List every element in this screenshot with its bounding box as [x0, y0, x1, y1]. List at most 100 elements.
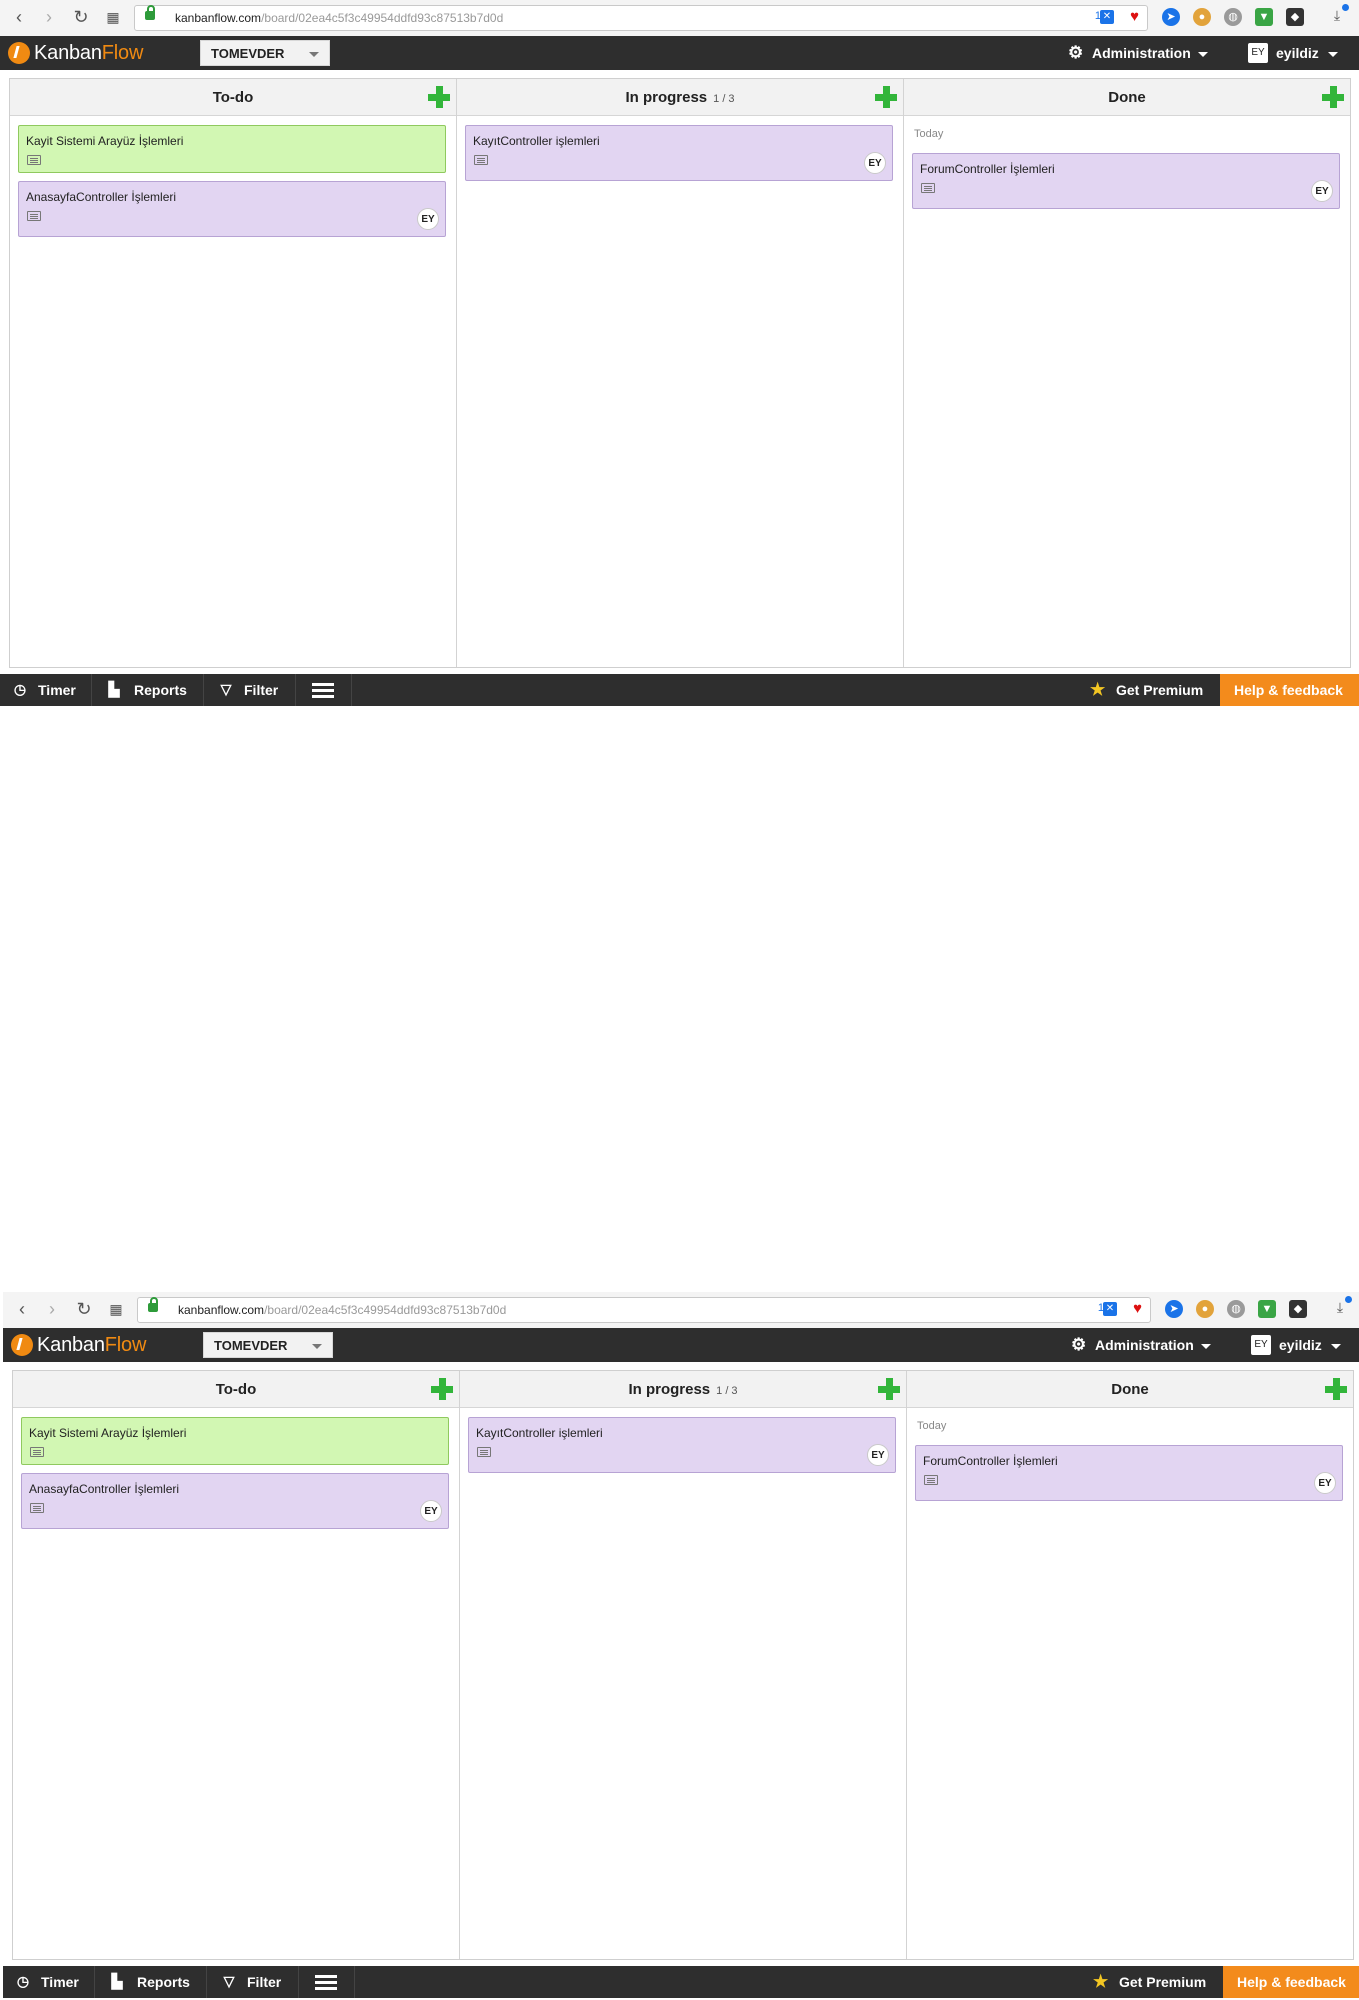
back-icon[interactable]: ‹ — [11, 1298, 33, 1320]
heart-icon[interactable]: ♥ — [1133, 1300, 1142, 1317]
reports-button[interactable]: ▙ Reports — [95, 1966, 207, 1998]
plus-icon[interactable] — [431, 1378, 453, 1400]
menu-icon — [312, 683, 334, 686]
logo-icon — [11, 1334, 33, 1356]
heart-icon[interactable]: ♥ — [1130, 8, 1139, 25]
column-header: In progress 1 / 3 — [460, 1371, 906, 1408]
address-bar[interactable]: kanbanflow.com/board/02ea4c5f3c49954ddfd… — [137, 1297, 1151, 1323]
description-icon — [27, 211, 41, 221]
task-name: Kayit Sistemi Arayüz İşlemleri — [29, 1426, 187, 1440]
task-card[interactable]: ForumController İşlemleri EY — [912, 153, 1340, 209]
globe-extension-icon[interactable]: ◍ — [1227, 1300, 1245, 1318]
column-done: Done Today ForumController İşlemleri EY — [904, 79, 1350, 667]
plus-icon[interactable] — [875, 86, 897, 108]
user-extension-icon[interactable]: ◆ — [1289, 1300, 1307, 1318]
share-extension-icon[interactable]: ➤ — [1165, 1300, 1183, 1318]
plus-icon[interactable] — [878, 1378, 900, 1400]
filter-button[interactable]: ▽ Filter — [204, 674, 296, 706]
help-feedback-button[interactable]: Help & feedback — [1220, 674, 1359, 706]
task-name: KayıtController işlemleri — [473, 134, 600, 148]
clock-icon: ◷ — [13, 681, 27, 697]
app-header: KanbanFlow TOMEVDER ⚙ Administration EY … — [0, 36, 1359, 70]
apps-icon[interactable]: ▦ — [105, 1298, 127, 1320]
timer-button[interactable]: ◷ Timer — [3, 1966, 95, 1998]
kanban-board: To-do Kayit Sistemi Arayüz İşlemleri Ana… — [12, 1370, 1354, 1960]
address-bar[interactable]: kanbanflow.com/board/02ea4c5f3c49954ddfd… — [134, 5, 1148, 31]
task-name: AnasayfaController İşlemleri — [26, 190, 177, 204]
description-icon — [924, 1475, 938, 1485]
task-card[interactable]: ForumController İşlemleri EY — [915, 1445, 1343, 1501]
menu-icon — [315, 1975, 337, 1978]
timer-button[interactable]: ◷ Timer — [0, 674, 92, 706]
report-icon: ▙ — [111, 1973, 123, 1989]
plus-icon[interactable] — [428, 86, 450, 108]
reports-button[interactable]: ▙ Reports — [92, 674, 204, 706]
board-name: TOMEVDER — [211, 46, 285, 61]
menu-button[interactable] — [296, 674, 352, 706]
download-extension-icon[interactable]: ▼ — [1258, 1300, 1276, 1318]
task-card[interactable]: KayıtController işlemleri EY — [465, 125, 893, 181]
avatar[interactable]: EY — [420, 1500, 442, 1522]
extension-x-icon[interactable]: ✕ — [1103, 1302, 1117, 1316]
filter-button[interactable]: ▽ Filter — [207, 1966, 299, 1998]
menu-button[interactable] — [299, 1966, 355, 1998]
forward-icon[interactable]: › — [38, 6, 60, 28]
extension-x-icon[interactable]: ✕ — [1100, 10, 1114, 24]
cookie-extension-icon[interactable]: ● — [1196, 1300, 1214, 1318]
globe-extension-icon[interactable]: ◍ — [1224, 8, 1242, 26]
clock-icon: ◷ — [16, 1973, 30, 1989]
avatar[interactable]: EY — [1314, 1472, 1336, 1494]
task-card[interactable]: AnasayfaController İşlemleri EY — [21, 1473, 449, 1529]
column-header: In progress 1 / 3 — [457, 79, 903, 116]
star-icon: ★ — [1093, 1972, 1109, 1991]
screenshot-bottom: ‹ › ↻ ▦ kanbanflow.com/board/02ea4c5f3c4… — [3, 1292, 1359, 2000]
wip-limit: 1 / 3 — [713, 93, 735, 105]
task-card[interactable]: Kayit Sistemi Arayüz İşlemleri — [18, 125, 446, 173]
task-name: KayıtController işlemleri — [476, 1426, 603, 1440]
browser-toolbar: ‹ › ↻ ▦ kanbanflow.com/board/02ea4c5f3c4… — [3, 1292, 1359, 1329]
reload-icon[interactable]: ↻ — [70, 6, 92, 28]
download-extension-icon[interactable]: ▼ — [1255, 8, 1273, 26]
column-title: To-do — [215, 1381, 257, 1398]
chevron-down-icon — [312, 1344, 322, 1349]
report-icon: ▙ — [108, 681, 120, 697]
user-name: eyildiz — [1279, 1337, 1322, 1353]
screenshot-top: ‹ › ↻ ▦ kanbanflow.com/board/02ea4c5f3c4… — [0, 0, 1359, 710]
help-feedback-button[interactable]: Help & feedback — [1223, 1966, 1359, 1998]
description-icon — [477, 1447, 491, 1457]
column-header: To-do — [10, 79, 456, 116]
task-card[interactable]: KayıtController işlemleri EY — [468, 1417, 896, 1473]
column-in-progress: In progress 1 / 3 KayıtController işlemle… — [457, 79, 904, 667]
cookie-extension-icon[interactable]: ● — [1193, 8, 1211, 26]
avatar[interactable]: EY — [867, 1444, 889, 1466]
column-header: Done — [907, 1371, 1353, 1408]
kanban-board: To-do Kayit Sistemi Arayüz İşlemleri Ana… — [9, 78, 1351, 668]
description-icon — [30, 1447, 44, 1457]
user-extension-icon[interactable]: ◆ — [1286, 8, 1304, 26]
description-icon — [27, 155, 41, 165]
board-selector[interactable]: TOMEVDER — [200, 40, 330, 66]
avatar[interactable]: EY — [1311, 180, 1333, 202]
task-card[interactable]: AnasayfaController İşlemleri EY — [18, 181, 446, 237]
share-extension-icon[interactable]: ➤ — [1162, 8, 1180, 26]
gear-icon: ⚙ — [1071, 1335, 1087, 1354]
forward-icon[interactable]: › — [41, 1298, 63, 1320]
reload-icon[interactable]: ↻ — [73, 1298, 95, 1320]
avatar: EY — [1251, 1335, 1271, 1355]
column-in-progress: In progress 1 / 3 KayıtController işlemle… — [460, 1371, 907, 1959]
column-title: Done — [1111, 1381, 1149, 1398]
board-selector[interactable]: TOMEVDER — [203, 1332, 333, 1358]
avatar[interactable]: EY — [417, 208, 439, 230]
gear-icon: ⚙ — [1068, 43, 1084, 62]
plus-icon[interactable] — [1325, 1378, 1347, 1400]
wip-limit: 1 / 3 — [716, 1385, 738, 1397]
column-header: To-do — [13, 1371, 459, 1408]
task-card[interactable]: Kayit Sistemi Arayüz İşlemleri — [21, 1417, 449, 1465]
apps-icon[interactable]: ▦ — [102, 6, 124, 28]
section-label: Today — [917, 1420, 947, 1432]
filter-icon: ▽ — [223, 1973, 235, 1989]
avatar[interactable]: EY — [864, 152, 886, 174]
description-icon — [921, 183, 935, 193]
plus-icon[interactable] — [1322, 86, 1344, 108]
back-icon[interactable]: ‹ — [8, 6, 30, 28]
